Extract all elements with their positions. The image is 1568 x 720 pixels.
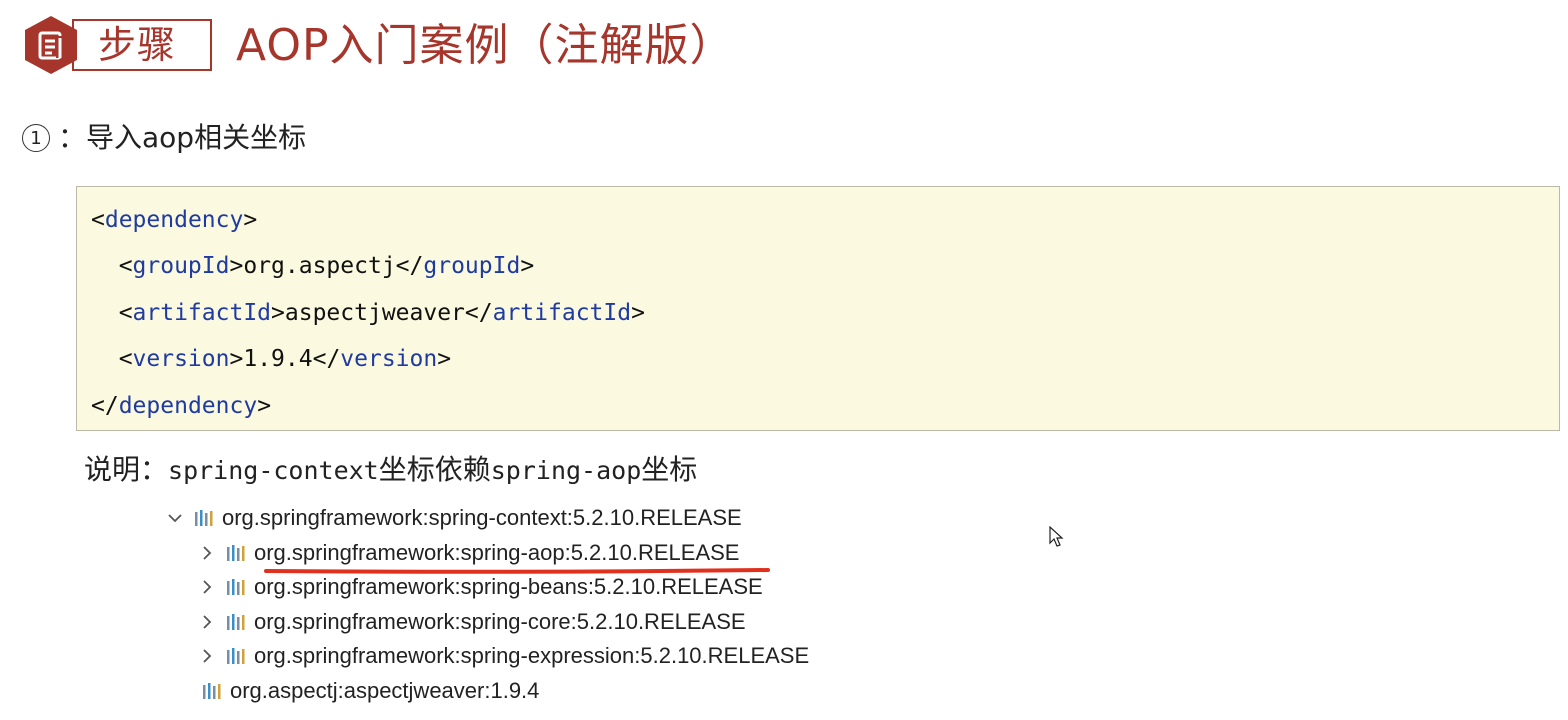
xml-bracket: > [229, 346, 244, 372]
xml-tag-name: artifactId [132, 300, 272, 326]
xml-bracket: < [91, 253, 133, 279]
slide: 步骤 AOP入门案例（注解版） 1 ：导入aop相关坐标 <dependency>… [0, 0, 1568, 720]
code-line: <artifactId>aspectjweaver</artifactId> [91, 298, 645, 328]
library-icon [224, 606, 248, 638]
highlight-underline [264, 568, 770, 574]
chevron-down-icon[interactable] [166, 502, 184, 534]
step-badge: 步骤 [20, 14, 212, 76]
xml-bracket: > [243, 207, 258, 233]
xml-value: aspectjweaver [284, 300, 465, 326]
xml-bracket: </ [312, 346, 341, 372]
tree-item-label: org.aspectj:aspectjweaver:1.9.4 [230, 678, 540, 703]
xml-bracket: > [520, 253, 535, 279]
xml-bracket: < [91, 207, 105, 233]
step-number: 1 [22, 124, 50, 152]
code-line: <groupId>org.aspectj</groupId> [91, 251, 534, 281]
tree-item-label: org.springframework:spring-expression:5.… [254, 643, 810, 668]
tree-item-label: org.springframework:spring-core:5.2.10.R… [254, 609, 746, 634]
chevron-right-icon[interactable] [198, 606, 216, 638]
xml-bracket: > [271, 300, 285, 326]
tree-item-label: org.springframework:spring-context:5.2.1… [222, 505, 742, 530]
xml-value: org.aspectj [243, 253, 396, 279]
library-icon [224, 537, 248, 569]
note-middle: 坐标依赖 [378, 453, 491, 486]
document-icon [25, 16, 77, 74]
tree-item[interactable]: org.springframework:spring-core:5.2.10.R… [198, 606, 746, 638]
xml-tag-name: groupId [132, 253, 230, 279]
tree-item[interactable]: org.springframework:spring-expression:5.… [198, 640, 809, 672]
xml-bracket: < [91, 300, 133, 326]
chevron-right-icon[interactable] [198, 571, 216, 603]
xml-bracket: </ [464, 300, 493, 326]
note-prefix: 说明： [84, 453, 169, 486]
tree-item-label: org.springframework:spring-aop:5.2.10.RE… [254, 540, 740, 565]
library-icon [224, 571, 248, 603]
tree-item[interactable]: org.springframework:spring-aop:5.2.10.RE… [198, 537, 739, 569]
chevron-right-icon[interactable] [198, 537, 216, 569]
note-text: 说明：spring-context坐标依赖spring-aop坐标 [84, 450, 697, 491]
tree-item[interactable]: org.aspectj:aspectjweaver:1.9.4 [166, 675, 539, 707]
step-heading: 1 ：导入aop相关坐标 [22, 118, 306, 158]
library-icon [192, 502, 216, 534]
code-block: <dependency> <groupId>org.aspectj</group… [76, 186, 1560, 431]
xml-tag-name: dependency [104, 207, 244, 233]
tree-item-label: org.springframework:spring-beans:5.2.10.… [254, 574, 763, 599]
library-icon [224, 640, 248, 672]
xml-tag-name: version [340, 346, 438, 372]
xml-tag-name: dependency [118, 393, 258, 419]
xml-bracket: </ [395, 253, 424, 279]
xml-bracket: < [91, 346, 133, 372]
chevron-right-icon[interactable] [198, 640, 216, 672]
note-suffix: 坐标 [641, 453, 698, 486]
xml-bracket: > [631, 300, 645, 326]
note-artifact-context: spring-context [168, 456, 379, 485]
xml-tag-name: artifactId [492, 300, 632, 326]
xml-bracket: </ [91, 393, 119, 419]
page-title: AOP入门案例（注解版） [236, 20, 735, 71]
tree-item[interactable]: org.springframework:spring-context:5.2.1… [166, 502, 742, 534]
xml-value: 1.9.4 [243, 346, 313, 372]
xml-tag-name: version [132, 346, 230, 372]
xml-bracket: > [437, 346, 452, 372]
library-icon [200, 675, 224, 707]
step-text: ：导入aop相关坐标 [58, 121, 307, 154]
code-line: <dependency> [91, 205, 257, 235]
badge-label: 步骤 [98, 23, 177, 67]
xml-bracket: > [257, 393, 272, 419]
xml-tag-name: groupId [423, 253, 521, 279]
code-line: <version>1.9.4</version> [91, 344, 451, 374]
note-artifact-aop: spring-aop [490, 456, 642, 485]
code-line: </dependency> [91, 391, 271, 421]
xml-bracket: > [229, 253, 244, 279]
mouse-cursor-icon [1049, 526, 1064, 547]
